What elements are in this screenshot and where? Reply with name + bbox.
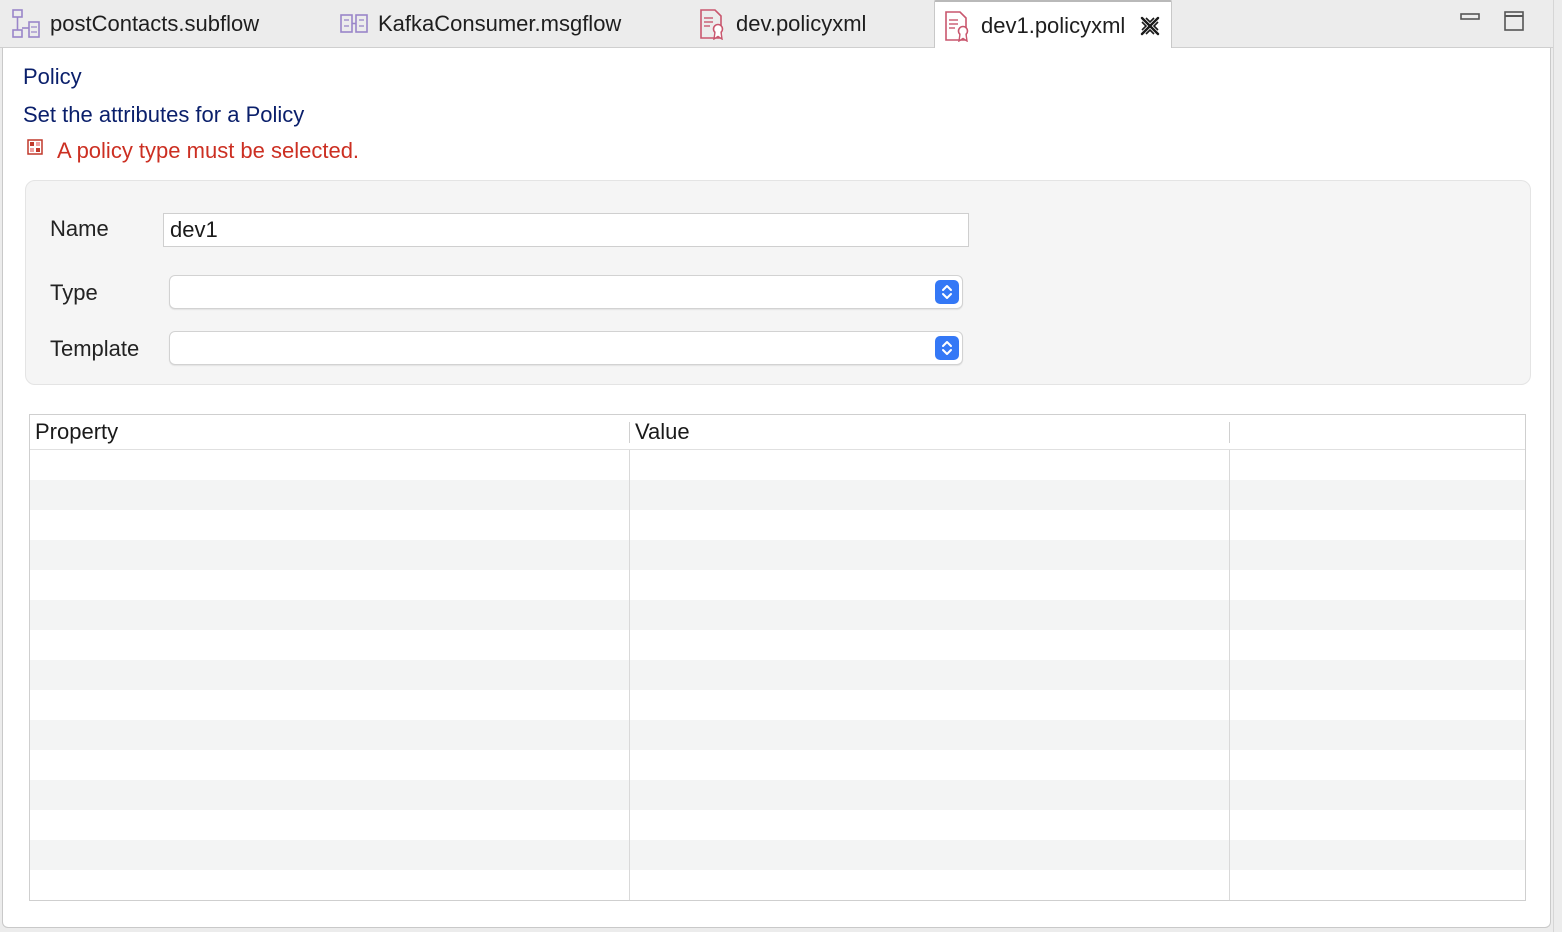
table-row[interactable] bbox=[30, 630, 1525, 660]
table-row[interactable] bbox=[30, 570, 1525, 600]
table-row[interactable] bbox=[30, 480, 1525, 510]
column-header-value[interactable]: Value bbox=[635, 419, 690, 445]
column-divider[interactable] bbox=[629, 422, 630, 443]
table-row[interactable] bbox=[30, 690, 1525, 720]
type-label: Type bbox=[50, 280, 98, 305]
tab-dev1-policyxml[interactable]: dev1.policyxml bbox=[934, 0, 1173, 49]
form-description: Set the attributes for a Policy bbox=[23, 102, 305, 127]
table-body bbox=[30, 450, 1525, 900]
table-row[interactable] bbox=[30, 720, 1525, 750]
table-row[interactable] bbox=[30, 450, 1525, 480]
maximize-icon[interactable] bbox=[1503, 10, 1525, 32]
policy-editor: Policy Set the attributes for a Policy A… bbox=[2, 48, 1551, 928]
table-header: Property Value bbox=[30, 415, 1525, 450]
table-row[interactable] bbox=[30, 750, 1525, 780]
column-divider[interactable] bbox=[1229, 422, 1230, 443]
tab-label: KafkaConsumer.msgflow bbox=[378, 11, 622, 36]
tab-label: dev1.policyxml bbox=[981, 12, 1126, 38]
error-icon bbox=[27, 139, 43, 155]
policy-file-icon bbox=[700, 9, 724, 40]
name-field[interactable] bbox=[163, 213, 969, 247]
table-row[interactable] bbox=[30, 510, 1525, 540]
name-label: Name bbox=[50, 216, 109, 241]
template-select[interactable] bbox=[169, 331, 963, 365]
tab-kafkaconsumer-msgflow[interactable]: KafkaConsumer.msgflow bbox=[338, 0, 621, 48]
subflow-icon bbox=[12, 9, 40, 38]
tab-label: dev.policyxml bbox=[736, 11, 867, 36]
tab-label: postContacts.subflow bbox=[50, 11, 260, 36]
table-row[interactable] bbox=[30, 780, 1525, 810]
tab-dev-policyxml[interactable]: dev.policyxml bbox=[696, 0, 866, 48]
column-gridline bbox=[1229, 450, 1230, 900]
table-row[interactable] bbox=[30, 870, 1525, 900]
attributes-panel: Name Type Template bbox=[25, 180, 1531, 385]
template-label: Template bbox=[50, 336, 140, 361]
select-stepper-icon bbox=[935, 280, 959, 304]
properties-table: Property Value bbox=[29, 414, 1526, 901]
error-text: A policy type must be selected. bbox=[57, 138, 360, 163]
select-stepper-icon bbox=[935, 336, 959, 360]
table-row[interactable] bbox=[30, 840, 1525, 870]
editor-tab-bar: postContacts.subflow KafkaConsumer.msgfl… bbox=[0, 0, 1562, 49]
msgflow-icon bbox=[340, 14, 368, 33]
table-row[interactable] bbox=[30, 810, 1525, 840]
form-title: Policy bbox=[23, 64, 82, 89]
table-row[interactable] bbox=[30, 540, 1525, 570]
tab-postcontacts-subflow[interactable]: postContacts.subflow bbox=[10, 0, 259, 48]
minimize-icon[interactable] bbox=[1459, 10, 1481, 32]
column-header-property[interactable]: Property bbox=[35, 419, 118, 445]
scrollbar-edge bbox=[1553, 0, 1562, 932]
column-gridline bbox=[629, 450, 630, 900]
table-row[interactable] bbox=[30, 600, 1525, 630]
policy-file-icon bbox=[945, 10, 969, 42]
error-message: A policy type must be selected. bbox=[27, 138, 359, 164]
close-tab-icon[interactable] bbox=[1137, 13, 1163, 39]
type-select[interactable] bbox=[169, 275, 963, 309]
table-row[interactable] bbox=[30, 660, 1525, 690]
